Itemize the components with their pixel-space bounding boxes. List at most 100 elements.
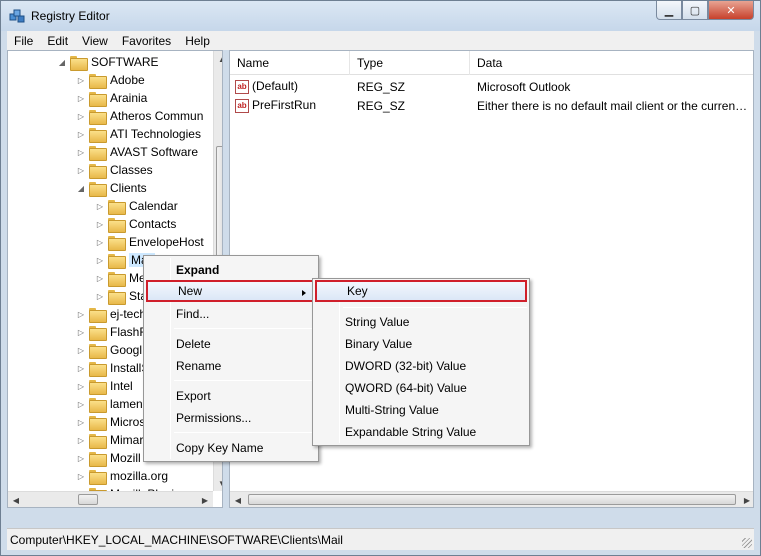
tree-item[interactable]: ▷ Classes: [76, 161, 153, 179]
submenu-item-binary-value[interactable]: Binary Value: [315, 333, 527, 355]
tree-item[interactable]: ▷ Micros: [76, 413, 145, 431]
expand-arrow-icon[interactable]: ▷: [76, 328, 86, 337]
tree-item[interactable]: ▷ ATI Technologies: [76, 125, 201, 143]
tree-horizontal-scrollbar[interactable]: ◀ ▶: [8, 491, 213, 507]
menu-item-delete[interactable]: Delete: [146, 333, 316, 355]
tree-item[interactable]: ▷ FlashF: [76, 323, 147, 341]
tree-item[interactable]: ▷ AVAST Software: [76, 143, 198, 161]
status-path: Computer\HKEY_LOCAL_MACHINE\SOFTWARE\Cli…: [10, 532, 343, 547]
maximize-button[interactable]: ▢: [682, 1, 708, 20]
menu-edit[interactable]: Edit: [40, 34, 75, 48]
window-title: Registry Editor: [31, 9, 110, 23]
menu-item-permissions[interactable]: Permissions...: [146, 407, 316, 429]
maximize-icon: ▢: [689, 4, 701, 17]
tree-item[interactable]: ▷ ej-tech: [76, 305, 146, 323]
expand-arrow-icon[interactable]: ▷: [76, 130, 86, 139]
menu-help[interactable]: Help: [178, 34, 217, 48]
expand-arrow-icon[interactable]: ▷: [76, 418, 86, 427]
menu-separator: [343, 307, 527, 308]
submenu-item-dword-value[interactable]: DWORD (32-bit) Value: [315, 355, 527, 377]
menu-item-find[interactable]: Find...: [146, 303, 316, 325]
expand-arrow-icon[interactable]: ▷: [76, 94, 86, 103]
expand-arrow-icon[interactable]: ▷: [76, 346, 86, 355]
tree-item[interactable]: ▷ Googl: [76, 341, 142, 359]
scroll-thumb[interactable]: [248, 494, 736, 505]
folder-icon: [108, 253, 126, 269]
tree-item[interactable]: ▷ Atheros Commun: [76, 107, 203, 125]
submenu-item-expandable-string-value[interactable]: Expandable String Value: [315, 421, 527, 443]
expand-arrow-icon[interactable]: ▷: [95, 274, 105, 283]
expand-arrow-icon[interactable]: ▷: [76, 310, 86, 319]
folder-icon: [108, 217, 126, 233]
expand-arrow-icon[interactable]: ▷: [76, 400, 86, 409]
expand-arrow-icon[interactable]: ▷: [76, 364, 86, 373]
scroll-left-icon[interactable]: ◀: [8, 492, 24, 507]
title-bar[interactable]: Registry Editor ▁ ▢ ✕: [1, 1, 760, 31]
menu-view[interactable]: View: [75, 34, 115, 48]
tree-item-software[interactable]: ◢ SOFTWARE: [57, 53, 159, 71]
tree-item[interactable]: ▷ InstallS: [76, 359, 149, 377]
folder-icon: [89, 325, 107, 341]
tree-item[interactable]: ▷ Calendar: [95, 197, 178, 215]
registry-app-icon: [9, 9, 25, 23]
expand-arrow-icon[interactable]: ▷: [76, 166, 86, 175]
scroll-left-icon[interactable]: ◀: [230, 492, 246, 507]
expand-arrow-icon[interactable]: ▷: [95, 292, 105, 301]
expand-arrow-icon[interactable]: ▷: [76, 436, 86, 445]
tree-item[interactable]: ▷ Arainia: [76, 89, 147, 107]
expand-arrow-icon[interactable]: ▷: [76, 472, 86, 481]
menu-item-copy-key-name[interactable]: Copy Key Name: [146, 437, 316, 459]
tree-item[interactable]: ▷ mozilla.org: [76, 467, 168, 485]
resize-grip-icon[interactable]: [742, 538, 752, 548]
tree-item[interactable]: ▷ Mozill: [76, 449, 141, 467]
scroll-thumb[interactable]: [78, 494, 98, 505]
expand-arrow-icon[interactable]: ▷: [76, 112, 86, 121]
scroll-right-icon[interactable]: ▶: [197, 492, 213, 507]
submenu-item-multi-string-value[interactable]: Multi-String Value: [315, 399, 527, 421]
tree-item[interactable]: ▷ Me: [95, 269, 146, 287]
expand-arrow-icon[interactable]: ▷: [76, 148, 86, 157]
expand-arrow-icon[interactable]: ▷: [76, 382, 86, 391]
expand-arrow-icon[interactable]: ▷: [95, 256, 105, 265]
expand-arrow-icon[interactable]: ▷: [95, 220, 105, 229]
tree-item[interactable]: ▷ Sta: [95, 287, 147, 305]
expand-arrow-icon[interactable]: ▷: [95, 238, 105, 247]
scroll-down-icon[interactable]: ▼: [214, 475, 222, 491]
expand-arrow-icon[interactable]: ▷: [76, 76, 86, 85]
menu-separator: [174, 328, 314, 329]
folder-icon: [108, 199, 126, 215]
list-row[interactable]: ab (Default) REG_SZ Microsoft Outlook: [230, 77, 750, 96]
menu-item-new[interactable]: New: [146, 280, 314, 302]
expand-arrow-icon[interactable]: ▷: [76, 454, 86, 463]
column-header-type[interactable]: Type: [350, 51, 470, 75]
tree-item[interactable]: ▷ Contacts: [95, 215, 176, 233]
menu-item-export[interactable]: Export: [146, 385, 316, 407]
scroll-up-icon[interactable]: ▲: [214, 51, 222, 67]
expand-arrow-icon[interactable]: ▷: [95, 202, 105, 211]
scroll-right-icon[interactable]: ▶: [739, 492, 753, 507]
tree-item[interactable]: ▷ Adobe: [76, 71, 145, 89]
submenu-item-key[interactable]: Key: [315, 280, 527, 302]
column-header-data[interactable]: Data: [470, 51, 753, 75]
column-header-name[interactable]: Name: [230, 51, 350, 75]
menu-item-expand[interactable]: Expand: [146, 259, 316, 281]
submenu-item-string-value[interactable]: String Value: [315, 311, 527, 333]
list-horizontal-scrollbar[interactable]: ◀ ▶: [230, 491, 753, 507]
collapse-arrow-icon[interactable]: ◢: [76, 184, 86, 193]
close-button[interactable]: ✕: [708, 1, 754, 20]
collapse-arrow-icon[interactable]: ◢: [57, 58, 67, 67]
tree-item[interactable]: ▷ EnvelopeHost: [95, 233, 204, 251]
tree-item[interactable]: ▷ Intel: [76, 377, 133, 395]
submenu-item-qword-value[interactable]: QWORD (64-bit) Value: [315, 377, 527, 399]
tree-item[interactable]: ▷ Mimar: [76, 431, 143, 449]
menu-file[interactable]: File: [7, 34, 40, 48]
tree-item-clients[interactable]: ◢ Clients: [76, 179, 147, 197]
folder-icon: [89, 73, 107, 89]
list-row[interactable]: ab PreFirstRun REG_SZ Either there is no …: [230, 96, 750, 115]
minimize-button[interactable]: ▁: [656, 1, 682, 20]
folder-icon: [89, 109, 107, 125]
menu-favorites[interactable]: Favorites: [115, 34, 178, 48]
menu-item-rename[interactable]: Rename: [146, 355, 316, 377]
tree-item[interactable]: ▷ lamen: [76, 395, 143, 413]
folder-icon: [89, 451, 107, 467]
